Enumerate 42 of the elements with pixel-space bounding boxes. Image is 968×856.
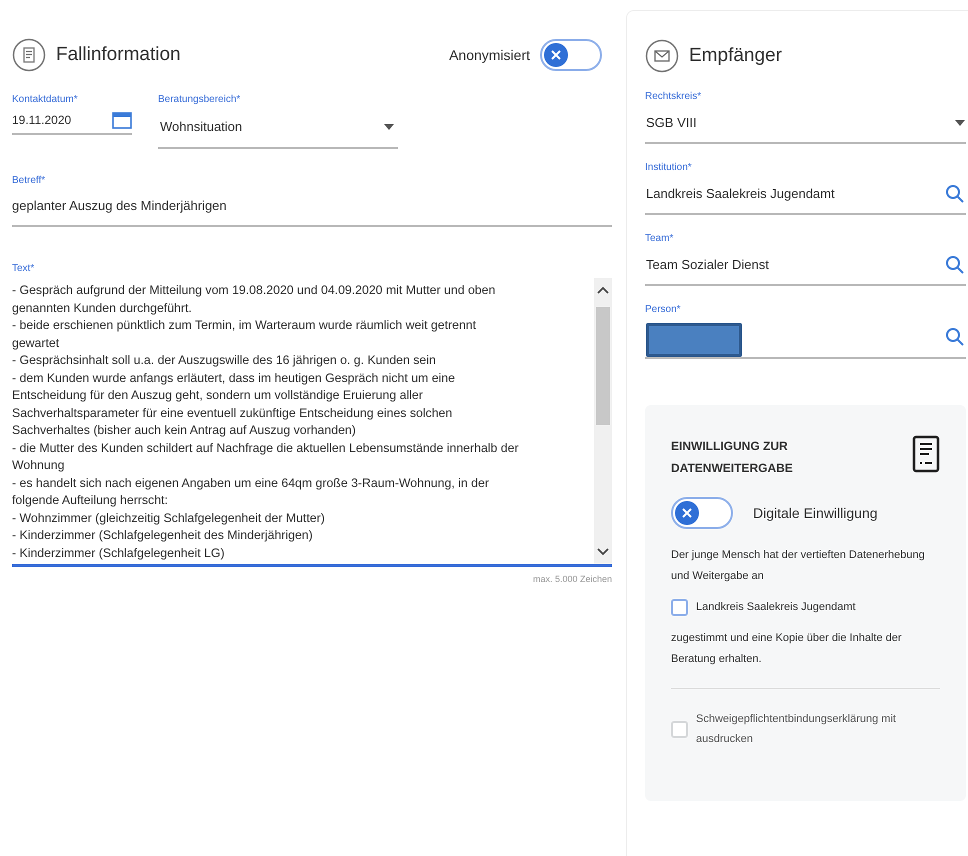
scroll-down-icon[interactable]: [597, 548, 609, 556]
close-icon: [680, 506, 694, 520]
field-label: Beratungsbereich*: [158, 93, 242, 107]
search-icon[interactable]: [945, 255, 965, 275]
checkbox-label: Landkreis Saalekreis Jugendamt: [696, 600, 856, 616]
search-field[interactable]: Landkreis Saalekreis Jugendamt: [645, 175, 966, 215]
envelope-icon: [645, 39, 679, 73]
document-icon: [12, 38, 46, 72]
close-icon: [549, 48, 563, 62]
checkbox-label: Schweigepflichtentbindungserklärung mit ausdrucken: [696, 712, 897, 747]
consent-text: zugestimmt und eine Kopie über die Inhalte der Beratung erhalten.: [671, 631, 903, 667]
section-title: Fallinformation: [56, 42, 181, 67]
toggle-switch[interactable]: [671, 497, 733, 529]
character-limit-hint: max. 5.000 Zeichen: [532, 573, 612, 586]
toggle-switch[interactable]: [540, 39, 602, 71]
checkbox[interactable]: [671, 599, 688, 616]
field-label: Text*: [12, 262, 36, 276]
section-title: Empfänger: [689, 44, 782, 68]
search-field[interactable]: Team Sozialer Dienst: [645, 246, 966, 286]
dropdown-caret-icon[interactable]: [955, 120, 965, 126]
select-field[interactable]: Wohnsituation: [158, 111, 398, 148]
field-label: Betreff*: [12, 174, 46, 188]
field-label: Rechtskreis*: [645, 90, 702, 104]
subject-field[interactable]: geplanter Auszug des Minderjährigen: [12, 188, 612, 227]
consent-text: Der junge Mensch hat der vertieften Datenerhebung und Weitergabe an: [671, 548, 926, 584]
consent-title: EINWILLIGUNG ZUR DATENWEITERGABE: [671, 438, 794, 477]
dropdown-caret-icon[interactable]: [384, 124, 394, 130]
toggle-label: Anonymisiert: [449, 46, 530, 65]
search-icon[interactable]: [945, 184, 965, 204]
text-area[interactable]: - Gespräch aufgrund der Mitteilung vom 19.08.2020 und 04.09.2020 mit Mutter und oben genannten Kunden durchgeführt. - beide erschienen pünktlich zum Termin, im Warteraum wurde räumlich weit getrennt gewartet - Gesprächsinhalt soll u.a. der Auszugswille des 16 jährigen o. g. Kunden sein - dem Kunden wurde anfangs erläutert, dass im heutigen Gespräch nicht um eine Entscheidung für den Auszug geht, sondern um vollständige Eruierung aller Sachverhaltsparameter für eine eventuell zukünftige Entscheidung eines solchen Sachverhaltes (bisher auch kein Antrag auf Auszug vorhanden) - die Mutter des Kunden schildert auf Nachfrage die aktuellen Lebensumstände innerhalb der Wohnung - es handelt sich nach eigenen Angaben um eine 64qm große 3-Raum-Wohnung, in der folgende Aufteilung herrscht: - Wohnzimmer (gleichzeitig Schlafgelegenheit der Mutter) - Kinderzimmer (Schlafgelegenheit des Minderjährigen) - Kinderzimmer (Schlafgelegenheit LG): [12, 278, 594, 564]
toggle-label: Digitale Einwilligung: [753, 504, 878, 523]
search-icon[interactable]: [945, 327, 965, 347]
date-field[interactable]: 19.11.2020: [12, 111, 132, 135]
field-label: Person*: [645, 303, 682, 317]
calendar-icon[interactable]: [112, 111, 132, 129]
field-label: Kontaktdatum*: [12, 93, 79, 107]
select-field[interactable]: SGB VIII: [645, 104, 966, 144]
field-label: Team*: [645, 232, 674, 246]
field-label: Institution*: [645, 161, 693, 175]
document-icon: [912, 435, 940, 473]
scroll-up-icon[interactable]: [597, 286, 609, 294]
scrollbar[interactable]: [594, 278, 612, 564]
